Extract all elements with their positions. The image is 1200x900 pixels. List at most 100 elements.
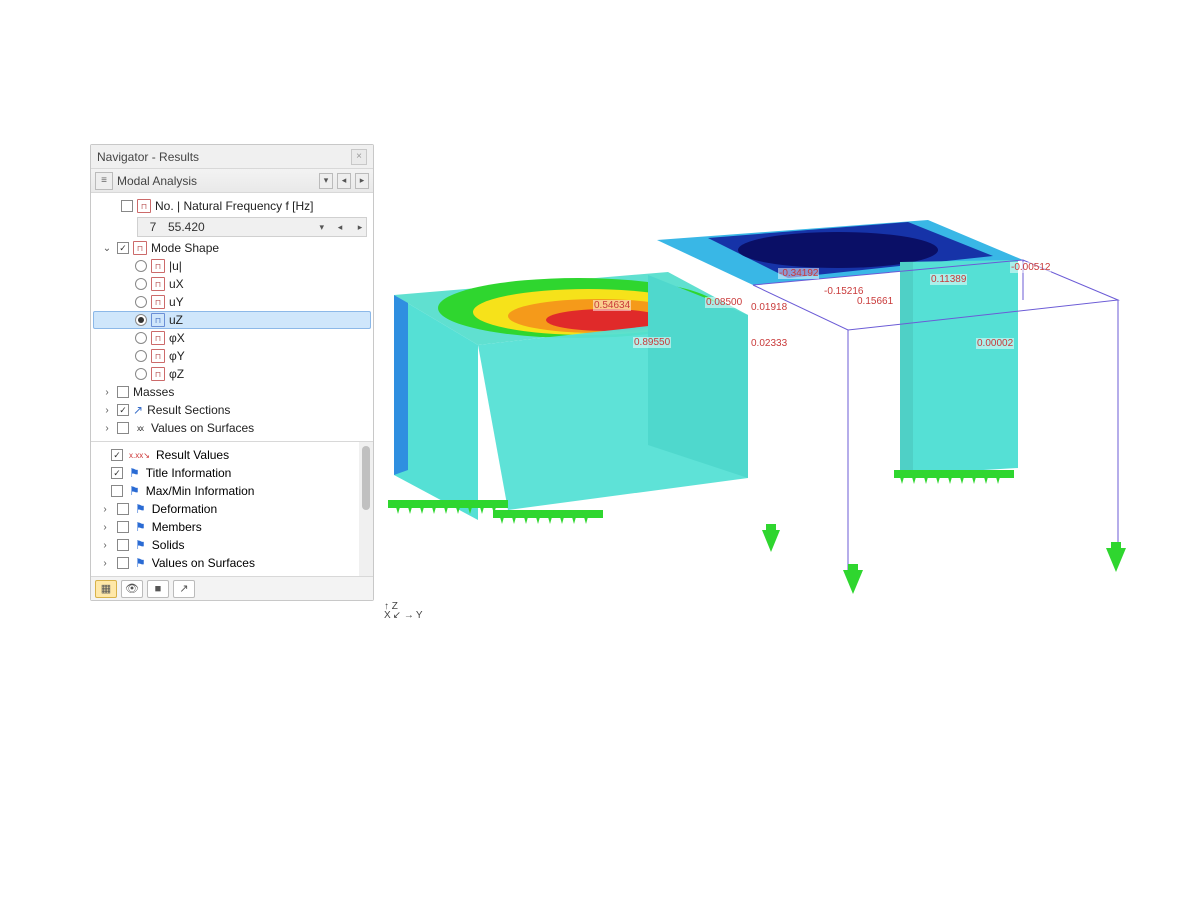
- glyph-icon: ⊓: [151, 295, 165, 309]
- radio-u-abs[interactable]: [135, 260, 147, 272]
- option-phiz[interactable]: ⊓ φZ: [93, 365, 371, 383]
- members-checkbox[interactable]: [117, 521, 129, 533]
- maxmin-checkbox[interactable]: [111, 485, 123, 497]
- analysis-type-label: Modal Analysis: [117, 174, 315, 188]
- radio-ux[interactable]: [135, 278, 147, 290]
- members-row[interactable]: › ⚑ Members: [93, 518, 357, 536]
- glyph-icon: ⊓: [151, 331, 165, 345]
- panel-title: Navigator - Results: [97, 150, 347, 164]
- option-ux[interactable]: ⊓ uX: [93, 275, 371, 293]
- value-tag: -0.34192: [778, 268, 819, 279]
- title-info-label: Title Information: [146, 466, 232, 480]
- value-tag: 0.54634: [593, 300, 631, 311]
- radio-phiz[interactable]: [135, 368, 147, 380]
- value-tag: 0.89550: [633, 337, 671, 348]
- result-values-row[interactable]: x.xx↘ Result Values: [93, 446, 357, 464]
- option-u-abs[interactable]: ⊓ |u|: [93, 257, 371, 275]
- expand-icon[interactable]: ›: [101, 387, 113, 398]
- mode-shape-glyph-icon: ⊓: [133, 241, 147, 255]
- label-uz: uZ: [169, 313, 183, 327]
- result-sections-row[interactable]: › ↗ Result Sections: [93, 401, 371, 419]
- values-on-surfaces-lower-row[interactable]: › ⚑ Values on Surfaces: [93, 554, 357, 572]
- values-on-surfaces-row[interactable]: › xx Values on Surfaces: [93, 419, 371, 437]
- masses-row[interactable]: › Masses: [93, 383, 371, 401]
- value-tag: 0.01918: [750, 302, 788, 313]
- glyph-icon: ⊓: [151, 277, 165, 291]
- expand-icon[interactable]: ›: [101, 405, 113, 416]
- radio-uz[interactable]: [135, 314, 147, 326]
- model-viewport[interactable]: 0.54634 0.89550 0.08500 0.01918 0.02333 …: [378, 200, 1158, 630]
- analysis-next-button[interactable]: ▸: [355, 173, 369, 189]
- frequency-value: 55.420: [168, 220, 311, 234]
- value-tag: 0.11389: [930, 274, 967, 285]
- expand-icon[interactable]: ›: [99, 558, 111, 569]
- values-on-surfaces-checkbox[interactable]: [117, 422, 129, 434]
- value-tag: -0.00512: [1010, 262, 1051, 273]
- analysis-type-icon: ≡: [95, 172, 113, 190]
- tab-display-button[interactable]: ▦: [95, 580, 117, 598]
- expand-icon[interactable]: ›: [99, 522, 111, 533]
- radio-phiy[interactable]: [135, 350, 147, 362]
- result-values-checkbox[interactable]: [111, 449, 123, 461]
- analysis-type-bar: ≡ Modal Analysis ▾ ◂ ▸: [91, 169, 373, 193]
- label-phiy: φY: [169, 349, 185, 363]
- deformation-row[interactable]: › ⚑ Deformation: [93, 500, 357, 518]
- maxmin-label: Max/Min Information: [146, 484, 255, 498]
- value-tag: 0.15661: [856, 296, 894, 307]
- values-on-surfaces-label: Values on Surfaces: [151, 421, 254, 435]
- frequency-prev-button[interactable]: ◂: [334, 222, 346, 233]
- title-info-row[interactable]: ⚑ Title Information: [93, 464, 357, 482]
- option-uz[interactable]: ⊓ uZ: [93, 311, 371, 329]
- mode-shape-row[interactable]: ⌄ ⊓ Mode Shape: [93, 239, 371, 257]
- analysis-prev-button[interactable]: ◂: [337, 173, 351, 189]
- expand-icon[interactable]: ⌄: [101, 243, 113, 254]
- glyph-icon: ⊓: [151, 259, 165, 273]
- solids-checkbox[interactable]: [117, 539, 129, 551]
- frequency-selector[interactable]: 7 55.420 ▾ ◂ ▸: [137, 217, 367, 237]
- radio-phix[interactable]: [135, 332, 147, 344]
- value-tag: 0.08500: [705, 297, 743, 308]
- flag-icon: ⚑: [135, 556, 146, 570]
- analysis-type-dropdown-icon[interactable]: ▾: [319, 173, 333, 189]
- frequency-dropdown-icon[interactable]: ▾: [319, 222, 326, 233]
- axis-triad: ↑ Z X↙ → Y: [384, 602, 423, 620]
- frequency-next-button[interactable]: ▸: [354, 222, 366, 233]
- flag-icon: ⚑: [135, 502, 146, 516]
- expand-icon[interactable]: ›: [99, 540, 111, 551]
- masses-label: Masses: [133, 385, 174, 399]
- label-uy: uY: [169, 295, 184, 309]
- deformation-checkbox[interactable]: [117, 503, 129, 515]
- result-sections-checkbox[interactable]: [117, 404, 129, 416]
- solids-label: Solids: [152, 538, 185, 552]
- results-tree-upper: ⊓ No. | Natural Frequency f [Hz] 7 55.42…: [91, 193, 373, 442]
- tab-view-button[interactable]: 👁: [121, 580, 143, 598]
- label-ux: uX: [169, 277, 184, 291]
- maxmin-row[interactable]: ⚑ Max/Min Information: [93, 482, 357, 500]
- close-icon[interactable]: ×: [351, 149, 367, 165]
- glyph-icon: ⊓: [151, 313, 165, 327]
- tab-graph-button[interactable]: ↗: [173, 580, 195, 598]
- mode-shape-checkbox[interactable]: [117, 242, 129, 254]
- lower-scrollbar[interactable]: [359, 442, 373, 576]
- navigator-results-panel: Navigator - Results × ≡ Modal Analysis ▾…: [90, 144, 374, 601]
- panel-titlebar[interactable]: Navigator - Results ×: [91, 145, 373, 169]
- result-values-icon: x.xx↘: [129, 451, 150, 460]
- option-phix[interactable]: ⊓ φX: [93, 329, 371, 347]
- expand-icon[interactable]: ›: [99, 504, 111, 515]
- radio-uy[interactable]: [135, 296, 147, 308]
- title-info-checkbox[interactable]: [111, 467, 123, 479]
- scrollbar-thumb[interactable]: [362, 446, 370, 510]
- flag-icon: ⚑: [135, 538, 146, 552]
- option-phiy[interactable]: ⊓ φY: [93, 347, 371, 365]
- xx-icon: xx: [133, 421, 147, 435]
- values-on-surfaces-lower-checkbox[interactable]: [117, 557, 129, 569]
- tab-camera-button[interactable]: ■: [147, 580, 169, 598]
- section-icon: ↗: [133, 403, 143, 417]
- frequency-checkbox[interactable]: [121, 200, 133, 212]
- option-uy[interactable]: ⊓ uY: [93, 293, 371, 311]
- masses-checkbox[interactable]: [117, 386, 129, 398]
- solids-row[interactable]: › ⚑ Solids: [93, 536, 357, 554]
- expand-icon[interactable]: ›: [101, 423, 113, 434]
- members-label: Members: [152, 520, 202, 534]
- glyph-icon: ⊓: [151, 367, 165, 381]
